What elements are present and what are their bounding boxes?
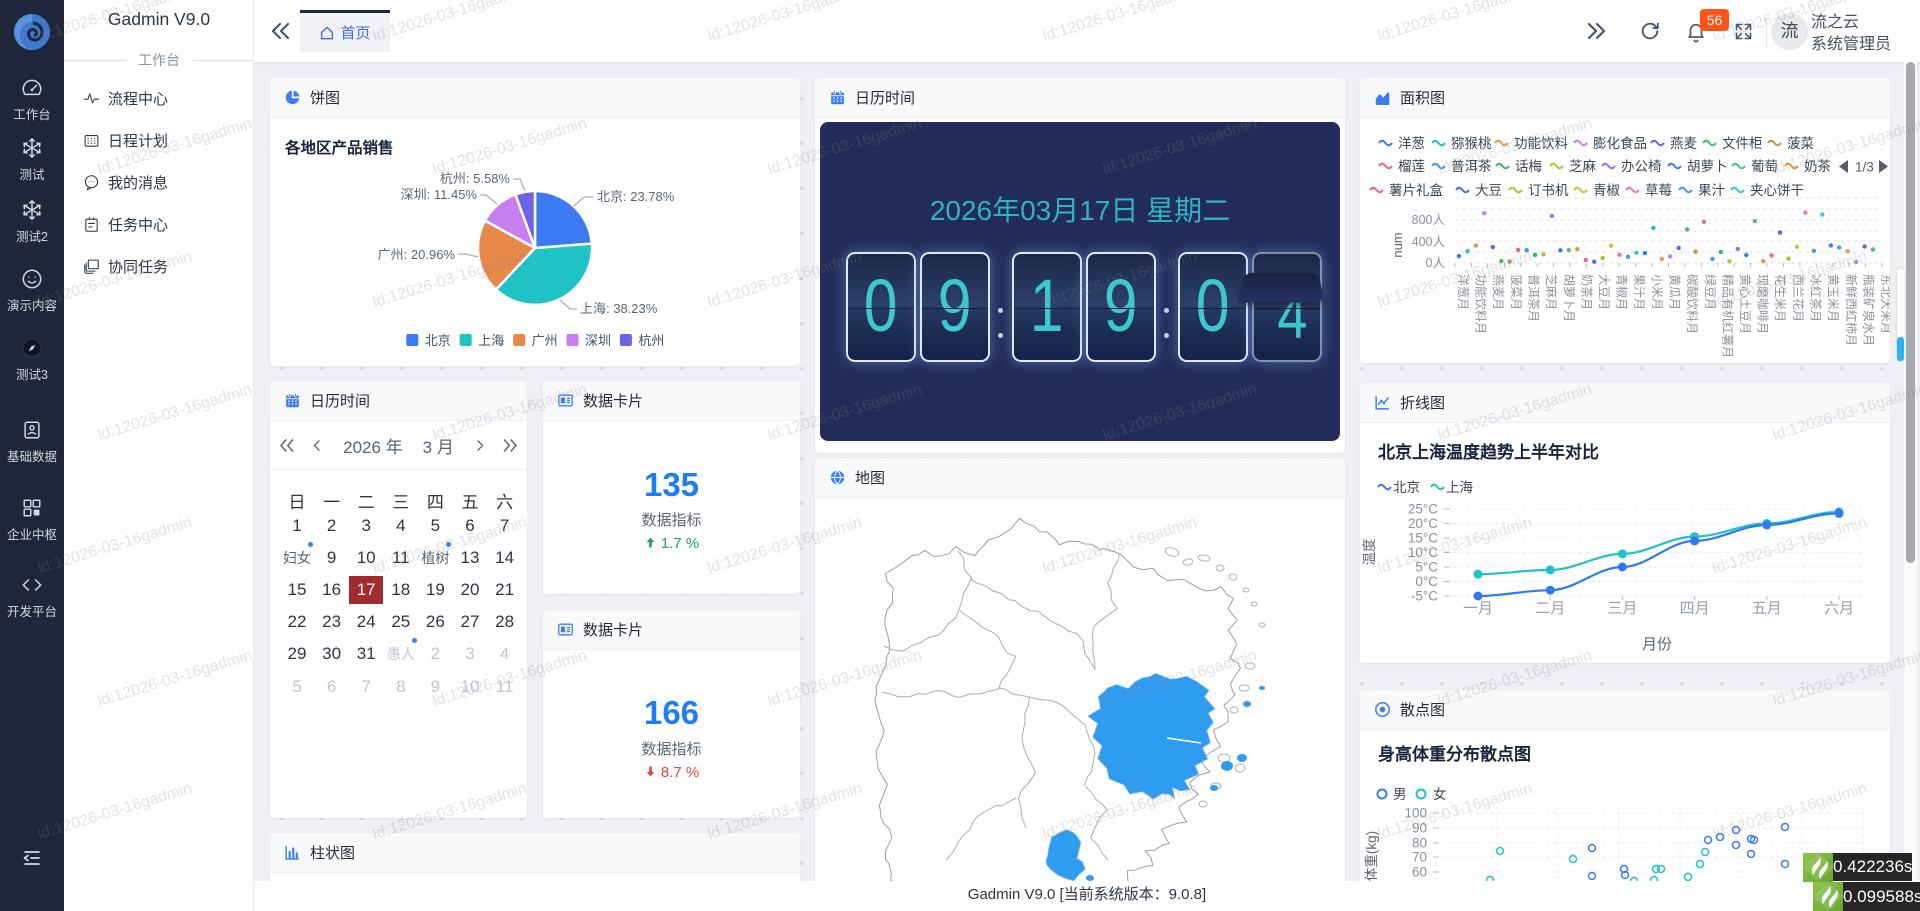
svg-text:月份: 月份: [1642, 636, 1672, 653]
svg-text:菠菜: 菠菜: [1787, 136, 1814, 151]
svg-text:西兰花月: 西兰花月: [1791, 274, 1806, 322]
svg-text:0人: 0人: [1426, 256, 1446, 270]
svg-text:5°C: 5°C: [1415, 560, 1438, 575]
svg-text:薯片礼盒: 薯片礼盒: [1389, 182, 1443, 198]
svg-text:四月: 四月: [1680, 600, 1710, 617]
svg-text:燕麦月: 燕麦月: [1491, 274, 1505, 310]
svg-text:身高体重分布散点图: 身高体重分布散点图: [1378, 744, 1531, 764]
svg-text:绿豆月: 绿豆月: [1703, 274, 1718, 310]
svg-text:100: 100: [1404, 806, 1427, 821]
svg-text:文件柜: 文件柜: [1722, 136, 1763, 151]
svg-text:北京上海温度趋势上半年对比: 北京上海温度趋势上半年对比: [1378, 442, 1599, 462]
svg-text:25°C: 25°C: [1408, 502, 1438, 517]
svg-text:深圳: 11.45%: 深圳: 11.45%: [401, 187, 478, 202]
svg-text:猕猴桃: 猕猴桃: [1451, 136, 1492, 151]
svg-text:上海: 上海: [1446, 480, 1473, 495]
svg-text:青椒: 青椒: [1593, 183, 1621, 198]
svg-text:芝麻月: 芝麻月: [1544, 274, 1559, 310]
svg-text:瓶装矿泉水月: 瓶装矿泉水月: [1861, 274, 1875, 346]
svg-text:功能饮料月: 功能饮料月: [1474, 274, 1488, 334]
svg-text:杭州: 杭州: [638, 333, 664, 348]
svg-text:东北大米月: 东北大米月: [1879, 274, 1890, 334]
svg-text:0°C: 0°C: [1415, 574, 1438, 589]
svg-text:-5°C: -5°C: [1411, 589, 1438, 604]
svg-text:400人: 400人: [1412, 235, 1446, 249]
svg-text:草莓: 草莓: [1645, 183, 1672, 198]
svg-text:办公椅: 办公椅: [1621, 159, 1662, 174]
svg-text:果汁: 果汁: [1698, 183, 1725, 198]
svg-text:燕麦: 燕麦: [1670, 136, 1698, 151]
svg-text:二月: 二月: [1535, 600, 1565, 617]
svg-text:冰红茶月: 冰红茶月: [1809, 274, 1824, 322]
svg-text:果汁月: 果汁月: [1632, 274, 1646, 310]
svg-text:菠菜月: 菠菜月: [1509, 274, 1523, 310]
svg-text:普洱茶: 普洱茶: [1451, 159, 1492, 174]
svg-text:芝麻: 芝麻: [1569, 159, 1597, 174]
svg-text:青椒月: 青椒月: [1615, 274, 1629, 310]
svg-text:六月: 六月: [1824, 600, 1854, 617]
svg-text:黄瓜月: 黄瓜月: [1668, 274, 1682, 310]
svg-text:夹心饼干: 夹心饼干: [1750, 183, 1804, 198]
svg-text:小米月: 小米月: [1650, 274, 1664, 310]
svg-text:女: 女: [1433, 786, 1447, 802]
svg-text:男: 男: [1393, 787, 1407, 802]
svg-text:精品有机红薯月: 精品有机红薯月: [1720, 274, 1735, 358]
svg-text:北京: 北京: [425, 333, 451, 348]
svg-text:广州: 广州: [532, 333, 558, 348]
svg-text:大豆: 大豆: [1475, 183, 1502, 198]
svg-text:北京: 23.78%: 北京: 23.78%: [597, 189, 675, 204]
svg-text:上海: 上海: [478, 333, 504, 348]
svg-text:功能饮料: 功能饮料: [1514, 136, 1568, 151]
svg-text:花生米月: 花生米月: [1773, 274, 1788, 322]
svg-text:体重(kg): 体重(kg): [1364, 831, 1379, 881]
svg-text:上海: 38.23%: 上海: 38.23%: [580, 301, 658, 316]
svg-text:胡萝卜: 胡萝卜: [1687, 159, 1728, 174]
svg-text:胡萝卜月: 胡萝卜月: [1562, 274, 1576, 322]
svg-text:60: 60: [1412, 865, 1427, 880]
svg-text:黄玉米月: 黄玉米月: [1826, 274, 1840, 322]
svg-text:奶茶月: 奶茶月: [1579, 274, 1594, 310]
svg-text:洋葱月: 洋葱月: [1456, 274, 1471, 310]
svg-text:20°C: 20°C: [1408, 516, 1438, 531]
svg-text:80: 80: [1412, 836, 1427, 851]
svg-text:五月: 五月: [1752, 600, 1782, 617]
svg-text:洋葱: 洋葱: [1398, 136, 1425, 151]
svg-text:榴莲: 榴莲: [1398, 159, 1425, 174]
svg-text:num: num: [1390, 232, 1405, 257]
svg-text:普洱茶月: 普洱茶月: [1527, 274, 1542, 322]
svg-text:碳酸饮料月: 碳酸饮料月: [1685, 274, 1700, 334]
svg-text:1/3: 1/3: [1855, 160, 1874, 175]
svg-text:北京: 北京: [1393, 480, 1420, 495]
svg-text:大豆月: 大豆月: [1597, 274, 1611, 310]
svg-text:杭州: 5.58%: 杭州: 5.58%: [440, 171, 511, 186]
svg-text:奶茶: 奶茶: [1804, 159, 1832, 174]
svg-text:10°C: 10°C: [1408, 545, 1438, 560]
svg-text:70: 70: [1412, 850, 1427, 865]
svg-text:800人: 800人: [1412, 213, 1446, 227]
svg-text:葡萄: 葡萄: [1751, 159, 1778, 174]
svg-text:三月: 三月: [1607, 600, 1637, 617]
svg-text:订书机: 订书机: [1528, 183, 1569, 198]
svg-text:话梅: 话梅: [1515, 159, 1542, 174]
svg-text:一月: 一月: [1463, 600, 1493, 617]
svg-text:90: 90: [1412, 821, 1427, 836]
svg-text:膨化食品: 膨化食品: [1593, 135, 1647, 151]
svg-text:新鲜西红柿月: 新鲜西红柿月: [1844, 274, 1859, 346]
svg-text:温度: 温度: [1362, 539, 1377, 566]
svg-text:广州: 20.96%: 广州: 20.96%: [378, 247, 456, 262]
svg-text:深圳: 深圳: [585, 333, 611, 348]
svg-text:黄心土豆月: 黄心土豆月: [1738, 274, 1752, 334]
svg-text:现磨咖啡月: 现磨咖啡月: [1756, 274, 1771, 334]
svg-text:15°C: 15°C: [1408, 531, 1438, 546]
